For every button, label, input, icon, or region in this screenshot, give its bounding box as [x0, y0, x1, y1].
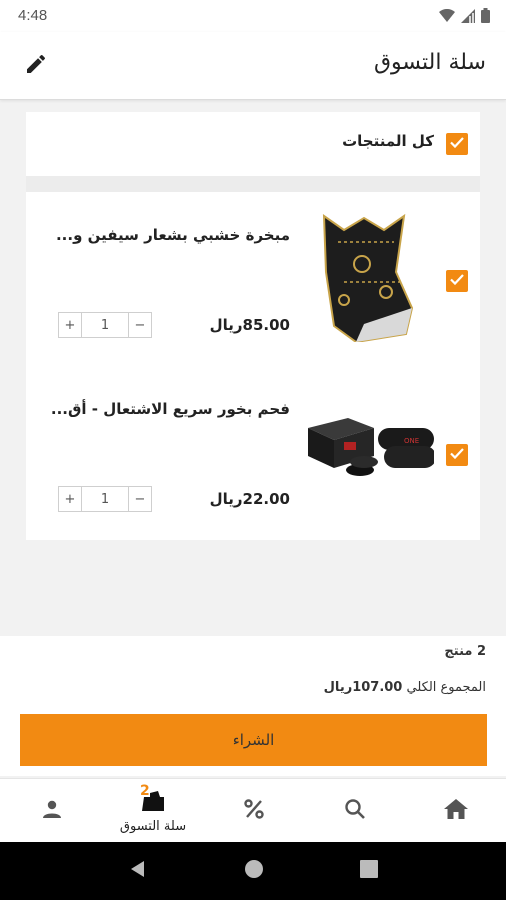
checkout-summary: 2 منتج المجموع الكلي 107.00ريال الشراء [0, 636, 506, 776]
quantity-stepper: + 1 − [58, 312, 152, 338]
home-icon [443, 797, 469, 825]
decrement-button[interactable]: − [129, 313, 151, 337]
total-label: المجموع الكلي [406, 680, 487, 695]
nav-item-cart[interactable]: 2 سلة التسوق [113, 779, 193, 843]
nav-label-cart: سلة التسوق [119, 818, 187, 834]
svg-text:ONE: ONE [404, 437, 419, 445]
item-name[interactable]: فحم بخور سريع الاشتعال - أق... [51, 400, 290, 418]
cart-item: مبخرة خشبي بشعار سيفين و... 85.00ريال + … [26, 192, 480, 362]
increment-button[interactable]: + [59, 313, 81, 337]
recents-icon[interactable] [360, 860, 378, 882]
nav-item-search[interactable] [315, 779, 395, 843]
item-count: 2 منتج [444, 644, 486, 659]
decrement-button[interactable]: − [129, 487, 151, 511]
quantity-value[interactable]: 1 [81, 487, 129, 511]
select-all-label: كل المنتجات [342, 132, 434, 150]
wifi-icon [439, 8, 455, 27]
total-value: 107.00ريال [323, 680, 403, 695]
total-row: المجموع الكلي 107.00ريال [324, 680, 486, 695]
item-checkbox[interactable] [446, 270, 468, 292]
pencil-icon [24, 52, 48, 80]
check-icon [449, 271, 465, 291]
bottom-nav: 2 سلة التسوق [0, 778, 506, 842]
app-bar: سلة التسوق [0, 32, 506, 100]
select-all-row[interactable]: كل المنتجات [26, 112, 480, 176]
battery-icon [481, 8, 490, 27]
item-price: 85.00ريال [209, 316, 290, 334]
quantity-value[interactable]: 1 [81, 313, 129, 337]
edit-button[interactable] [20, 50, 52, 82]
person-icon [40, 797, 64, 825]
cart-items-card: مبخرة خشبي بشعار سيفين و... 85.00ريال + … [26, 192, 480, 540]
item-name[interactable]: مبخرة خشبي بشعار سيفين و... [56, 226, 290, 244]
cart-badge: 2 [140, 783, 150, 799]
item-price: 22.00ريال [209, 490, 290, 508]
charcoal-box-image: ONE [304, 388, 436, 488]
search-icon [343, 797, 367, 825]
cart-item: ONE فحم بخور سريع الاشتعال - أق... 22.00… [26, 366, 480, 536]
percent-icon [242, 797, 266, 825]
select-all-checkbox[interactable] [446, 133, 468, 155]
quantity-stepper: + 1 − [58, 486, 152, 512]
system-nav-bar [0, 842, 506, 900]
signal-icon [461, 8, 475, 27]
incense-burner-image [304, 212, 428, 344]
item-checkbox[interactable] [446, 444, 468, 466]
status-time: 4:48 [18, 7, 48, 24]
section-divider [26, 176, 480, 192]
status-icons [439, 8, 490, 27]
check-icon [449, 445, 465, 465]
back-icon[interactable] [128, 859, 148, 883]
home-circle-icon[interactable] [244, 859, 264, 883]
page-title: سلة التسوق [373, 50, 486, 75]
buy-button[interactable]: الشراء [20, 714, 487, 766]
increment-button[interactable]: + [59, 487, 81, 511]
check-icon [449, 134, 465, 154]
nav-item-offers[interactable] [214, 779, 294, 843]
nav-item-home[interactable] [416, 779, 496, 843]
status-bar: 4:48 [0, 0, 506, 32]
nav-item-profile[interactable] [12, 779, 92, 843]
